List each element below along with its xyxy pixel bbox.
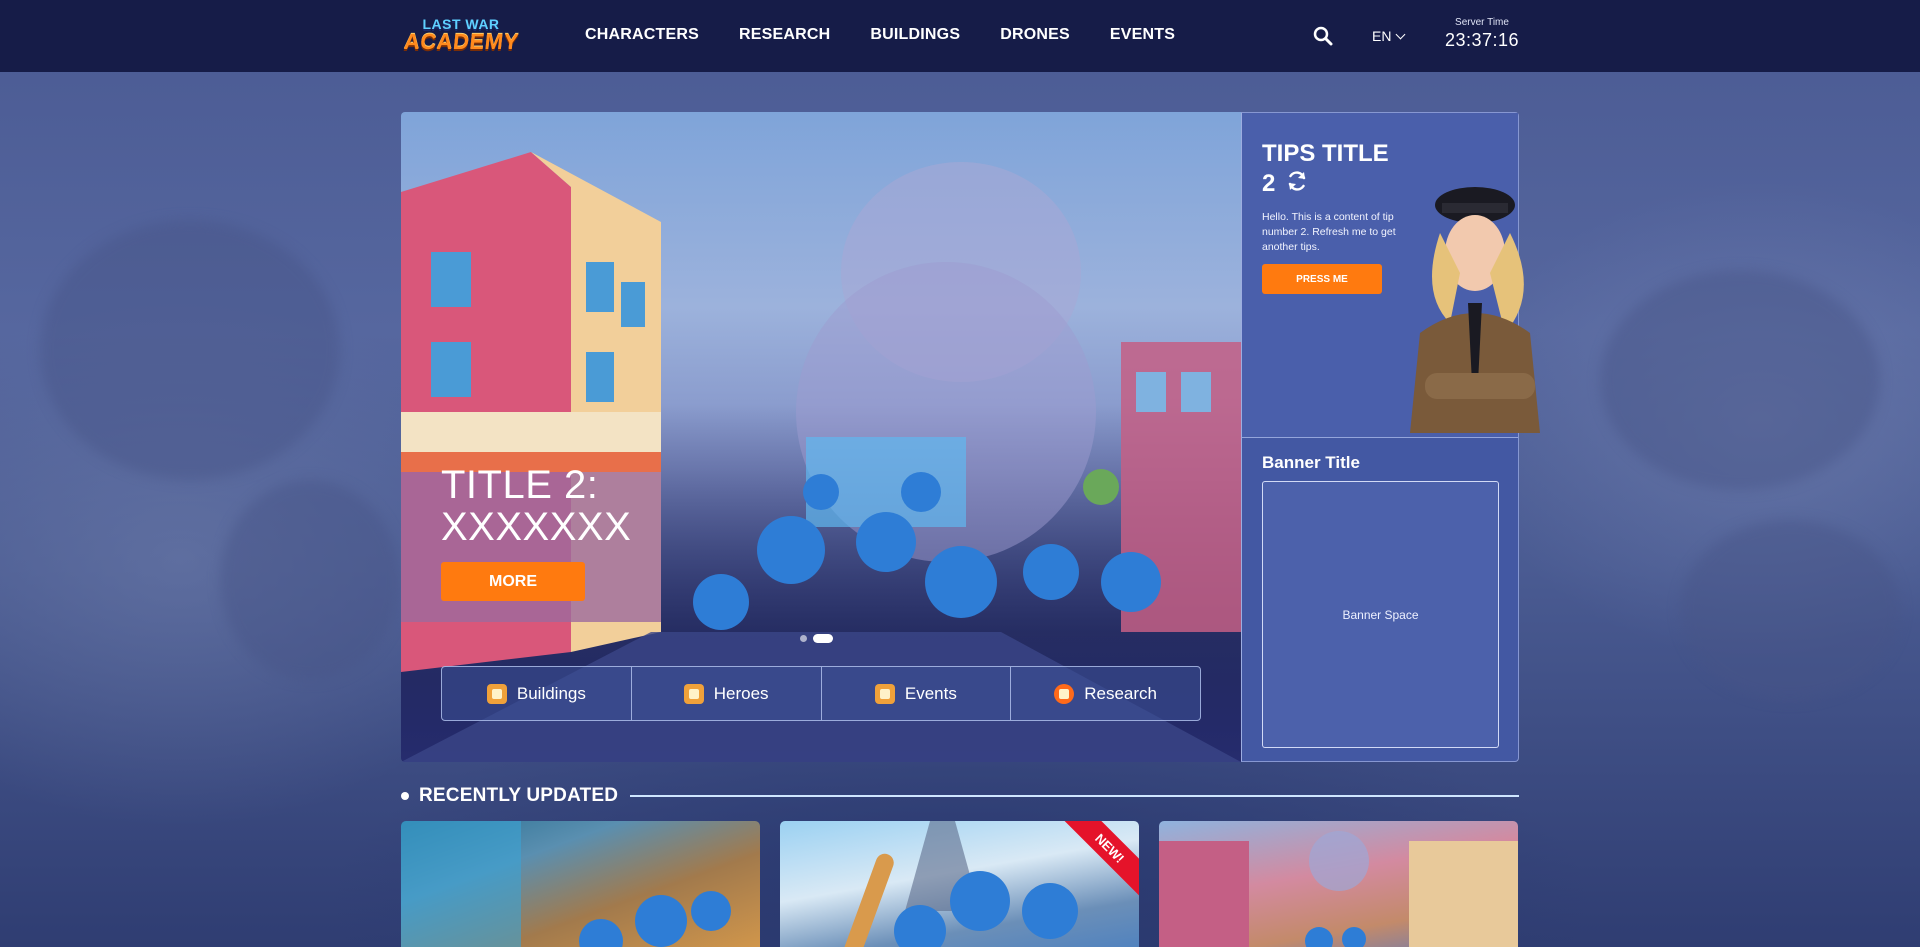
quick-link-label: Buildings	[516, 683, 586, 703]
quick-link-research[interactable]: Research	[1011, 667, 1200, 720]
server-time-label: Server Time	[1455, 17, 1509, 28]
quick-links: Buildings Heroes Events Research	[441, 666, 1201, 721]
hero-title: TITLE 2: XXXXXXX	[441, 464, 631, 548]
quick-link-label: Events	[904, 683, 957, 703]
recent-card-3[interactable]	[1159, 821, 1518, 947]
hero-carousel: TITLE 2: XXXXXXX MORE Buildings Heroes E…	[401, 112, 1241, 762]
refresh-icon[interactable]	[1286, 170, 1308, 200]
nav-characters[interactable]: CHARACTERS	[585, 26, 699, 44]
hero-illustration	[401, 152, 1241, 762]
events-icon	[874, 683, 895, 704]
recent-card-1[interactable]	[401, 821, 760, 947]
banner-title: Banner Title	[1262, 453, 1360, 472]
quick-link-events[interactable]: Events	[822, 667, 1012, 720]
nav-research[interactable]: RESEARCH	[739, 26, 830, 44]
research-icon	[1054, 683, 1075, 704]
hero-title-line2: XXXXXXX	[441, 505, 632, 549]
officer-character-image	[1410, 187, 1540, 433]
main-nav: CHARACTERS RESEARCH BUILDINGS DRONES EVE…	[585, 26, 1175, 44]
language-label: EN	[1372, 28, 1392, 44]
tips-title-line2: 2	[1262, 170, 1276, 197]
logo-line2: ACADEMY	[402, 29, 520, 54]
hero-title-line1: TITLE 2:	[441, 463, 599, 507]
chevron-down-icon	[1396, 29, 1406, 39]
tips-title-line1: TIPS TITLE	[1262, 140, 1389, 167]
server-time-value: 23:37:16	[1445, 30, 1520, 50]
quick-link-label: Research	[1084, 683, 1157, 703]
banner-space[interactable]: Banner Space	[1262, 481, 1499, 748]
bullet-icon	[401, 792, 409, 800]
section-title: RECENTLY UPDATED	[419, 785, 619, 806]
nav-events[interactable]: EVENTS	[1110, 26, 1175, 44]
more-button[interactable]: MORE	[441, 562, 585, 601]
nav-buildings[interactable]: BUILDINGS	[870, 26, 960, 44]
card-thumbnail	[401, 821, 731, 947]
press-me-button[interactable]: PRESS ME	[1262, 264, 1382, 294]
banner-placeholder: Banner Space	[1342, 607, 1419, 622]
recent-card-2[interactable]: NEW!	[780, 821, 1139, 947]
card-thumbnail	[1159, 831, 1518, 947]
quick-link-label: Heroes	[713, 683, 769, 703]
buildings-icon	[486, 683, 507, 704]
server-time: Server Time 23:37:16	[1445, 17, 1519, 51]
search-icon[interactable]	[1313, 26, 1335, 48]
nav-drones[interactable]: DRONES	[1000, 26, 1070, 44]
quick-link-heroes[interactable]: Heroes	[632, 667, 822, 720]
recently-updated-header: RECENTLY UPDATED	[401, 784, 1519, 808]
recent-cards: NEW!	[401, 821, 1518, 947]
heroes-icon	[683, 683, 704, 704]
side-panel: TIPS TITLE 2 Hello. This is a content of…	[1241, 112, 1540, 762]
quick-link-buildings[interactable]: Buildings	[442, 667, 632, 720]
top-nav-bar: LAST WAR ACADEMY CHARACTERS RESEARCH BUI…	[0, 0, 1920, 72]
carousel-dot-1[interactable]	[800, 635, 807, 642]
carousel-dots	[800, 634, 833, 643]
language-selector[interactable]: EN	[1372, 28, 1406, 44]
tips-card: TIPS TITLE 2 Hello. This is a content of…	[1242, 113, 1540, 438]
carousel-dot-2[interactable]	[813, 634, 833, 643]
divider	[630, 795, 1519, 797]
site-logo[interactable]: LAST WAR ACADEMY	[402, 13, 520, 57]
